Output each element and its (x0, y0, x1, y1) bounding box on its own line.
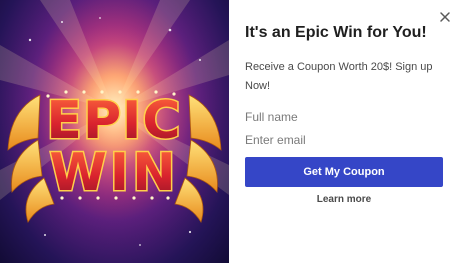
learn-more-link[interactable]: Learn more (245, 194, 443, 205)
epic-win-graphic: EPIC WIN (0, 0, 229, 263)
coupon-popup: EPIC WIN It's an Epic Win for You! Recei… (0, 0, 459, 263)
svg-text:WIN: WIN (49, 143, 178, 203)
svg-text:EPIC: EPIC (46, 91, 181, 151)
close-button[interactable] (437, 9, 453, 25)
get-coupon-button[interactable]: Get My Coupon (245, 157, 443, 187)
popup-subtitle: Receive a Coupon Worth 20$! Sign up Now! (245, 61, 433, 92)
popup-title: It's an Epic Win for You! (245, 24, 427, 41)
full-name-input[interactable] (245, 107, 443, 127)
epic-win-image: EPIC WIN (0, 0, 229, 263)
close-icon (440, 12, 450, 22)
email-input[interactable] (245, 130, 443, 150)
popup-content: It's an Epic Win for You! Receive a Coup… (229, 0, 459, 263)
